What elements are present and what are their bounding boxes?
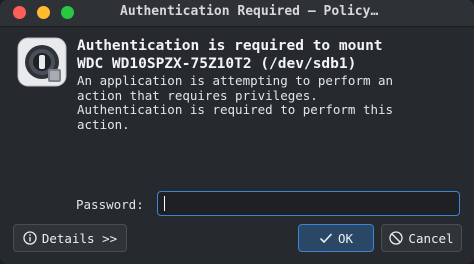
details-button[interactable]: Details >>: [13, 224, 127, 252]
description-line-1: An application is attempting to perform …: [77, 73, 394, 88]
close-window-button[interactable]: [13, 6, 26, 19]
password-label: Password:: [76, 197, 144, 212]
cancel-button-label: Cancel: [408, 230, 454, 246]
auth-dialog-window: Authentication Required — Policy… Authen…: [0, 0, 474, 264]
info-circle-icon: [23, 231, 37, 245]
cancel-button[interactable]: Cancel: [381, 224, 462, 252]
heading-line-2: WDC WD10SPZX-75Z10T2 (/dev/sdb1): [77, 56, 357, 72]
ok-button-label: OK: [337, 230, 354, 246]
details-button-label: Details >>: [41, 230, 118, 246]
minimize-window-button[interactable]: [37, 6, 50, 19]
text-caret: [164, 196, 165, 211]
ok-button[interactable]: OK: [298, 224, 374, 252]
dialog-description: An application is attempting to perform …: [77, 73, 467, 132]
maximize-window-button[interactable]: [61, 6, 74, 19]
window-title: Authentication Required — Policy…: [120, 4, 379, 19]
checkmark-icon: [319, 232, 333, 244]
drive-lock-icon: [17, 37, 67, 87]
dialog-heading: Authentication is required to mount WDC …: [77, 37, 467, 73]
description-line-2: action that requires privileges.: [77, 87, 318, 103]
description-line-3: Authentication is required to perform th…: [77, 102, 394, 117]
heading-line-1: Authentication is required to mount: [77, 38, 383, 54]
no-entry-icon: [389, 231, 404, 245]
description-line-4: action.: [77, 116, 130, 132]
title-bar: Authentication Required — Policy…: [0, 0, 474, 27]
password-input[interactable]: [157, 191, 460, 216]
